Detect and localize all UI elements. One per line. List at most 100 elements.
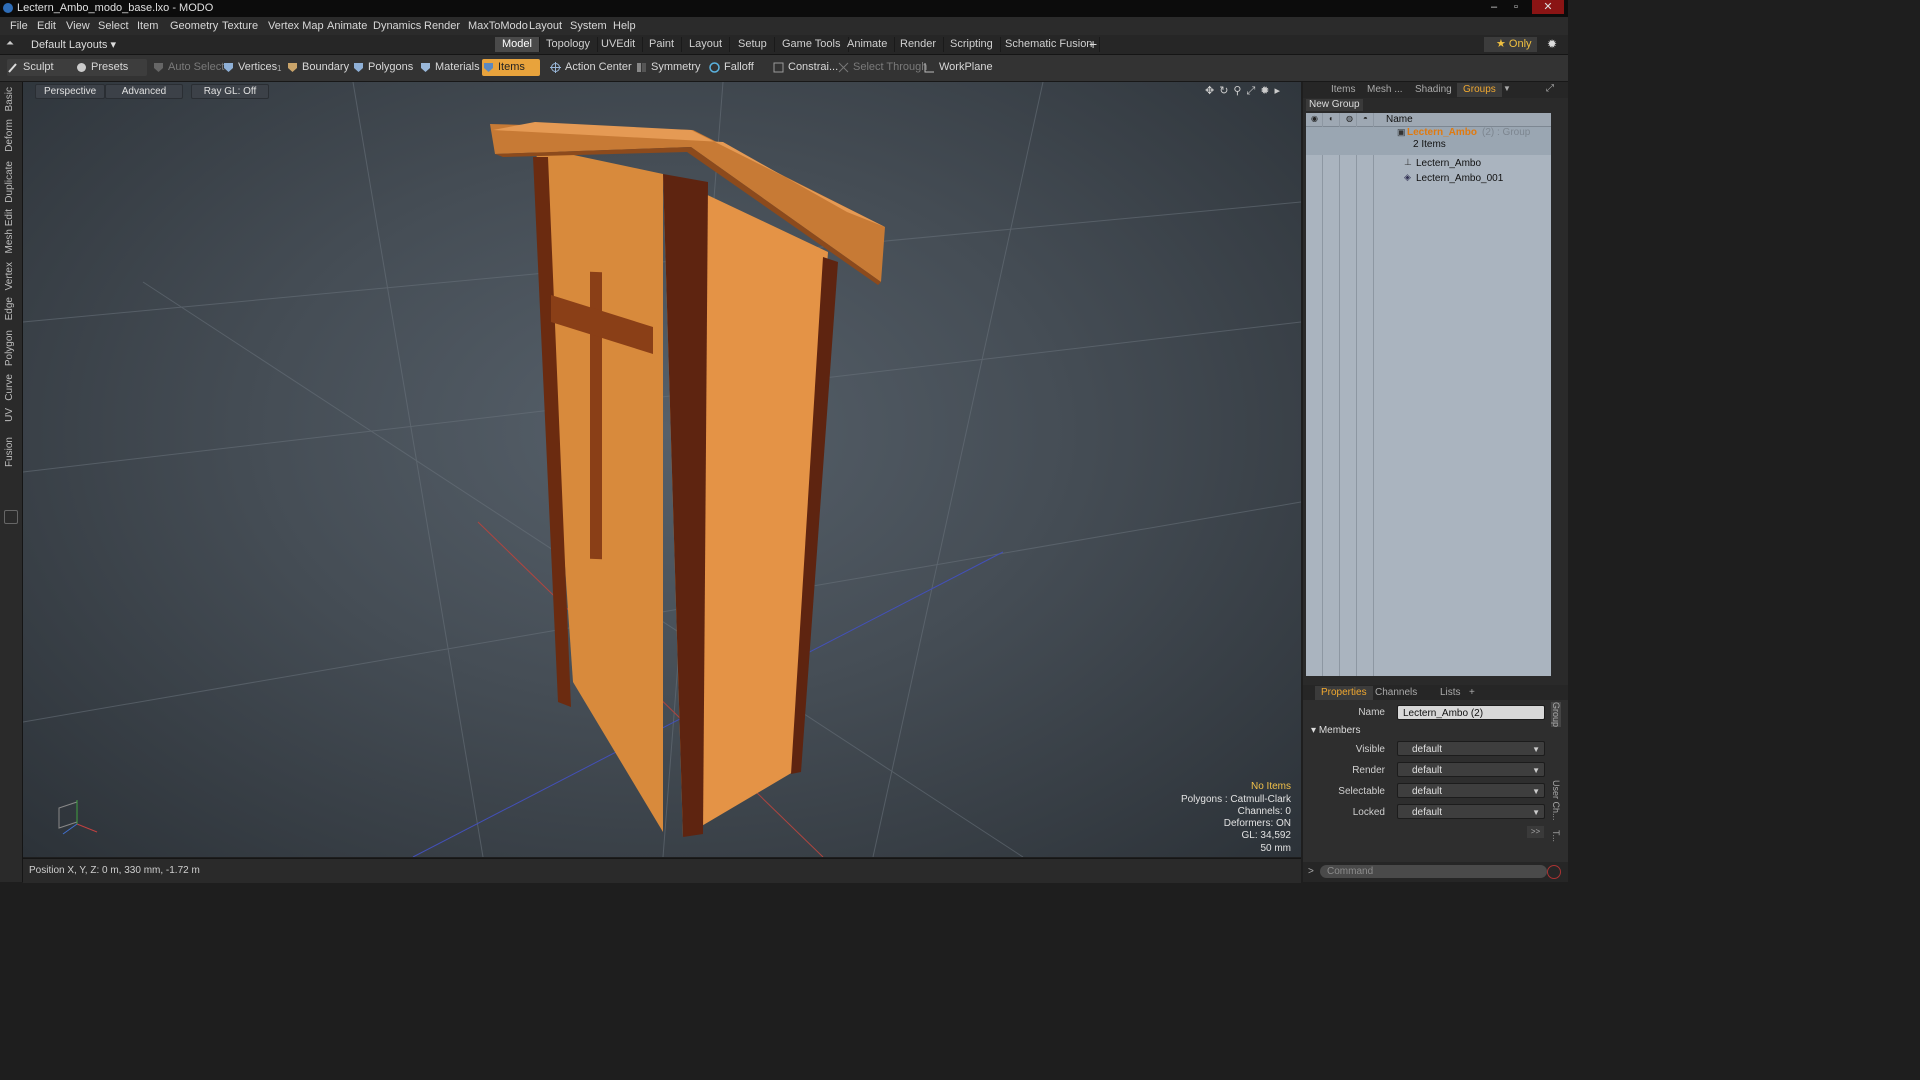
vertices-button[interactable]: Vertices [222,59,277,76]
menu-animate[interactable]: Animate [327,20,367,32]
tab-uvedit[interactable]: UVEdit [594,37,644,52]
raygl-toggle[interactable]: Ray GL: Off [191,84,269,99]
presets-button[interactable]: Presets [75,59,147,76]
locked-select[interactable]: default ▼ [1397,804,1545,819]
tab-groups[interactable]: Groups [1457,83,1502,97]
constraints-label: Constrai... [788,61,839,73]
viewport-nav-icons[interactable]: ✥↻⚲⤢✹▸ [1205,84,1285,98]
maximize-button[interactable]: ▫ [1506,0,1526,14]
chevron-down-icon: ▼ [1532,808,1540,817]
vtab-deform[interactable]: Deform [4,119,15,152]
menu-help[interactable]: Help [613,20,636,32]
sculpt-button[interactable]: Sculpt [7,59,81,76]
falloff-button[interactable]: Falloff [708,59,754,76]
menu-maxtomodo[interactable]: MaxToModo [468,20,528,32]
vtab-polygon[interactable]: Polygon [4,330,15,366]
menu-layout[interactable]: Layout [529,20,562,32]
side-tab-group[interactable]: Group [1551,702,1561,728]
visible-select[interactable]: default ▼ [1397,741,1545,756]
new-group-button[interactable]: New Group [1306,99,1363,111]
tab-lists[interactable]: Lists [1434,686,1467,700]
tab-render[interactable]: Render [893,37,945,52]
render-select[interactable]: default ▼ [1397,762,1545,777]
workplane-button[interactable]: WorkPlane [923,59,993,76]
expand-icon[interactable]: ⤢ [1546,83,1554,94]
vtab-edge[interactable]: Edge [4,297,15,320]
tab-channels[interactable]: Channels [1369,686,1423,700]
vtab-fusion[interactable]: Fusion [4,437,15,467]
materials-button[interactable]: Materials [419,59,480,76]
layouts-dropdown[interactable]: Default Layouts ▾ [31,38,116,51]
symmetry-label: Symmetry [651,61,701,73]
shading-dropdown[interactable]: Advanced [105,84,183,99]
menu-render[interactable]: Render [424,20,460,32]
gear-icon[interactable]: ✹ [1547,37,1557,51]
side-tab-user-channels[interactable]: User Ch... [1551,780,1561,821]
members-section-header[interactable]: ▾ Members [1311,725,1361,736]
boundary-button[interactable]: Boundary [286,59,349,76]
tab-mesh[interactable]: Mesh ... [1361,83,1409,97]
more-button[interactable]: >> [1527,826,1544,838]
menu-file[interactable]: File [10,20,28,32]
select-through-label: Select Through [853,61,928,73]
vtab-mesh-edit[interactable]: Mesh Edit [4,209,15,253]
name-field[interactable]: Lectern_Ambo (2) [1397,705,1545,720]
list-item[interactable]: ⊥ Lectern_Ambo [1306,157,1551,171]
tab-schematic-fusion[interactable]: Schematic Fusion [998,37,1101,52]
tab-topology[interactable]: Topology [539,37,599,52]
groups-list[interactable]: ◉ ◐ ◍ ◓ Name ▣ Lectern_Ambo (2) : Group … [1306,113,1551,676]
vtab-curve[interactable]: Curve [4,374,15,401]
presets-icon [77,63,86,72]
tab-setup[interactable]: Setup [731,37,775,52]
tab-scripting[interactable]: Scripting [943,37,1001,52]
side-tabs: Group User Ch... T... [1551,702,1565,852]
tab-model[interactable]: Model [495,37,540,52]
record-icon[interactable] [1547,865,1561,879]
3d-viewport[interactable]: Perspective Advanced Ray GL: Off ✥↻⚲⤢✹▸ … [23,82,1301,857]
items-button[interactable]: Items [482,59,540,76]
menu-select[interactable]: Select [98,20,129,32]
selectable-select[interactable]: default ▼ [1397,783,1545,798]
strip-toggle-button[interactable] [4,510,18,524]
constraints-icon [773,62,784,73]
select-through-button[interactable]: Select Through [837,59,927,76]
vtab-duplicate[interactable]: Duplicate [4,161,15,203]
auto-select-button[interactable]: Auto Select [152,59,224,76]
menu-edit[interactable]: Edit [37,20,56,32]
constraints-button[interactable]: Constrai... [772,59,838,76]
menu-view[interactable]: View [66,20,90,32]
vtab-basic[interactable]: Basic [4,87,15,111]
lectern-model[interactable] [490,122,885,837]
side-tab-t[interactable]: T... [1551,830,1561,842]
tab-animate[interactable]: Animate [840,37,896,52]
menu-item[interactable]: Item [137,20,158,32]
list-item[interactable]: ◈ Lectern_Ambo_001 [1306,172,1551,186]
collapse-icon[interactable]: ⏶ [6,38,14,49]
symmetry-button[interactable]: Symmetry [635,59,701,76]
tab-items[interactable]: Items [1325,83,1361,97]
menu-texture[interactable]: Texture [222,20,258,32]
only-toggle[interactable]: ★ Only [1484,37,1537,52]
tab-game-tools[interactable]: Game Tools [775,37,849,52]
tab-shading[interactable]: Shading [1409,83,1458,97]
tab-properties[interactable]: Properties [1315,686,1373,700]
name-column-header[interactable]: Name [1386,114,1413,125]
menu-vertex-map[interactable]: Vertex Map [268,20,324,32]
action-center-button[interactable]: Action Center [549,59,632,76]
close-button[interactable]: ✕ [1532,0,1564,14]
minimize-button[interactable]: – [1484,0,1504,14]
add-tab-button[interactable]: + [1463,686,1481,700]
perspective-dropdown[interactable]: Perspective [35,84,106,99]
polygons-button[interactable]: Polygons [352,59,413,76]
vtab-uv[interactable]: UV [4,408,15,422]
tab-layout[interactable]: Layout [682,37,731,52]
menu-system[interactable]: System [570,20,607,32]
add-tab-button[interactable]: + [1089,36,1097,52]
group-row[interactable]: ▣ Lectern_Ambo (2) : Group 2 Items [1306,127,1551,155]
menu-geometry[interactable]: Geometry [170,20,218,32]
tab-menu-chevron-icon[interactable]: ▼ [1503,84,1511,93]
menu-dynamics[interactable]: Dynamics [373,20,421,32]
vtab-vertex[interactable]: Vertex [4,262,15,290]
command-input[interactable]: Command [1320,865,1547,878]
tab-paint[interactable]: Paint [642,37,683,52]
